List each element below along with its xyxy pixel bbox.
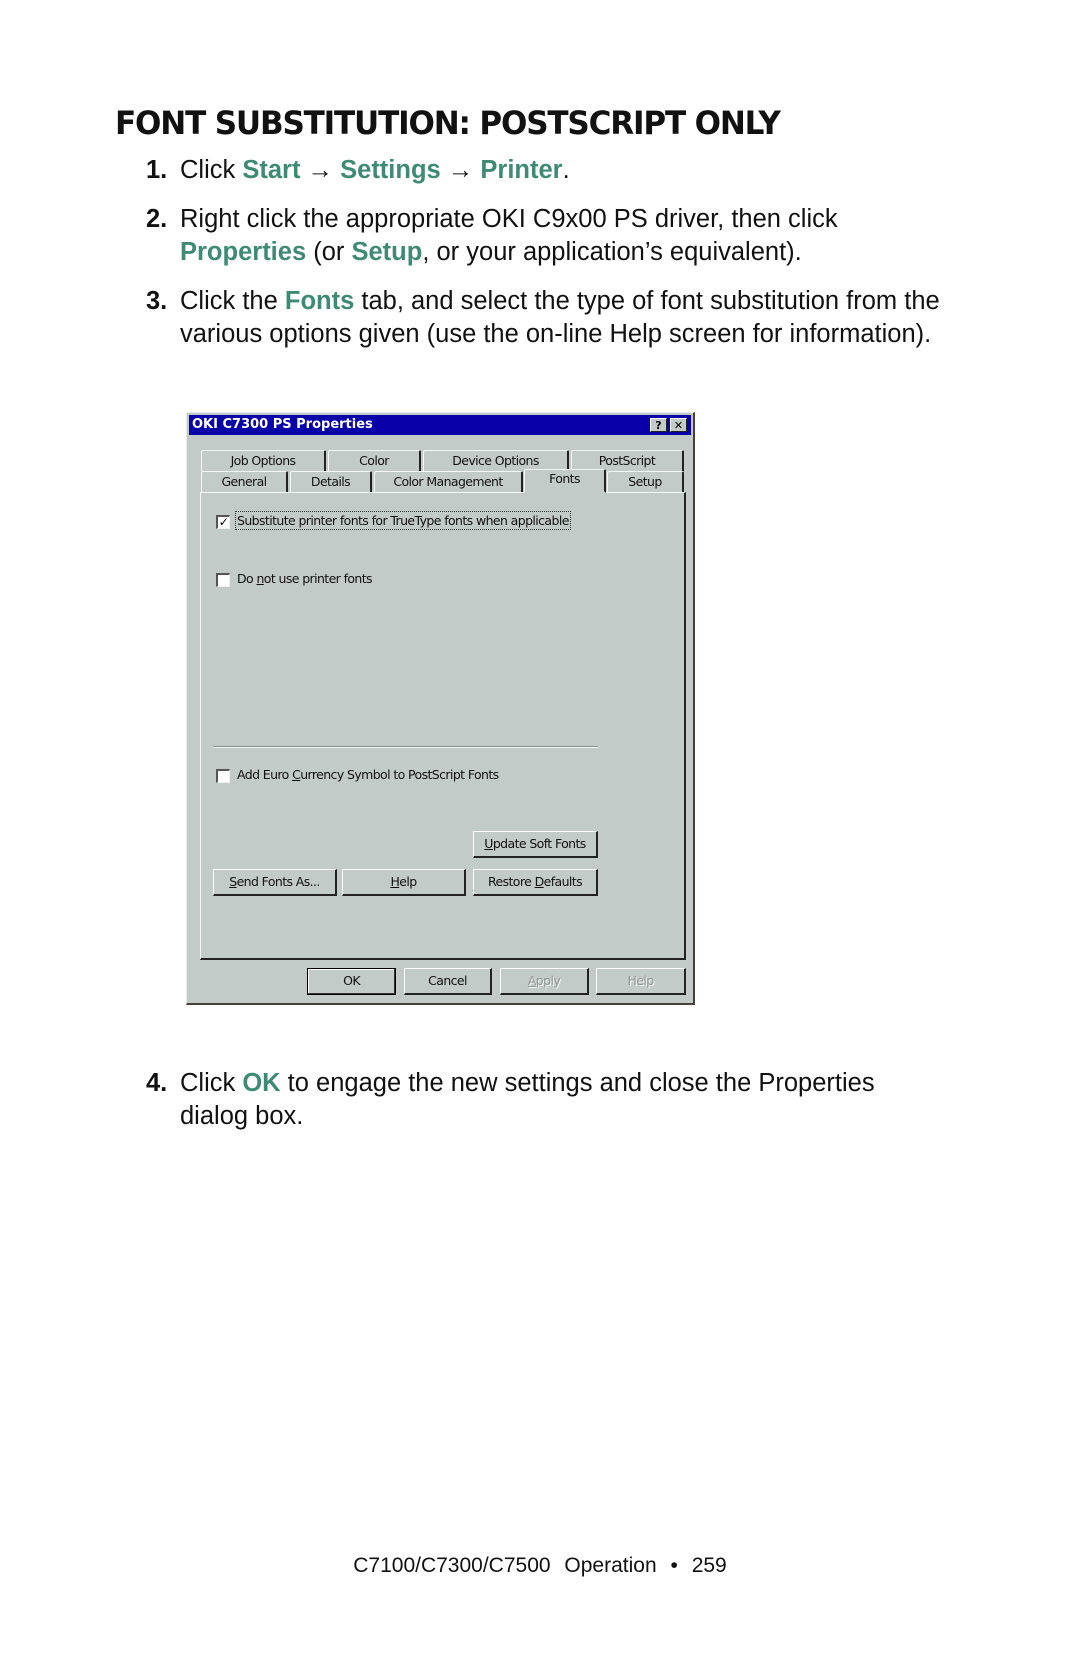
- accelerator: n: [256, 571, 264, 586]
- step-text: Click OK to engage the new settings and …: [180, 1067, 940, 1133]
- tab-details[interactable]: Details: [290, 471, 372, 492]
- checkmark-icon: ✓: [218, 515, 229, 529]
- step-number: 2.: [146, 205, 168, 233]
- printer-ref: Printer: [480, 156, 563, 184]
- cancel-button[interactable]: Cancel: [404, 968, 492, 995]
- arrow-icon: →: [440, 156, 481, 184]
- accelerator: A: [527, 973, 537, 988]
- help-icon[interactable]: ?: [650, 418, 667, 432]
- dialog-titlebar: OKI C7300 PS Properties ? ✕: [189, 415, 691, 435]
- footer-models: C7100/C7300/C7500: [353, 1554, 551, 1577]
- arrow-icon: →: [300, 156, 341, 184]
- step-number: 1.: [146, 156, 168, 184]
- tab-postscript[interactable]: PostScript: [571, 450, 684, 471]
- label: Restore: [487, 874, 535, 889]
- fonts-ref: Fonts: [284, 287, 355, 315]
- footer-bullet: •: [670, 1554, 678, 1577]
- text: Click the: [180, 287, 285, 315]
- tab-color[interactable]: Color: [328, 450, 421, 471]
- properties-dialog: OKI C7300 PS Properties ? ✕ Job Options …: [186, 412, 695, 1005]
- accelerator: U: [484, 836, 493, 851]
- update-soft-fonts-button[interactable]: Update Soft Fonts: [473, 831, 598, 858]
- apply-button[interactable]: Apply: [500, 968, 589, 995]
- text: to engage the new settings and close the…: [180, 1069, 875, 1130]
- label: pply: [535, 973, 561, 988]
- label: efaults: [543, 874, 583, 889]
- setup-ref: Setup: [351, 238, 423, 266]
- settings-ref: Settings: [340, 156, 441, 184]
- ok-ref: OK: [242, 1069, 281, 1097]
- step-text: Click Start → Settings → Printer.: [180, 154, 960, 187]
- step-text: Right click the appropriate OKI C9x00 PS…: [180, 203, 960, 269]
- text: ot use printer fonts: [263, 571, 373, 586]
- euro-symbol-checkbox[interactable]: [216, 769, 230, 783]
- substitute-fonts-checkbox[interactable]: ✓: [216, 515, 230, 529]
- no-printer-fonts-label[interactable]: Do not use printer fonts: [237, 571, 373, 586]
- tab-job-options[interactable]: Job Options: [201, 450, 326, 471]
- restore-defaults-button[interactable]: Restore Defaults: [473, 869, 598, 896]
- properties-ref: Properties: [180, 238, 307, 266]
- no-printer-fonts-checkbox[interactable]: [216, 573, 230, 587]
- page-footer: C7100/C7300/C7500 Operation • 259: [0, 1554, 1080, 1578]
- page-number: 259: [691, 1554, 727, 1577]
- step-text: Click the Fonts tab, and select the type…: [180, 285, 940, 351]
- tab-device-options[interactable]: Device Options: [423, 450, 569, 471]
- text: Do: [237, 571, 257, 586]
- accelerator: H: [390, 874, 400, 889]
- step-number: 3.: [146, 287, 168, 315]
- text: , or your application’s equivalent).: [422, 238, 802, 266]
- substitute-fonts-label[interactable]: Substitute printer fonts for TrueType fo…: [235, 511, 571, 530]
- text: Add Euro: [237, 767, 293, 782]
- accelerator: S: [229, 874, 237, 889]
- text: Click: [180, 1069, 243, 1097]
- accelerator: D: [534, 874, 545, 889]
- label: pdate Soft Fonts: [492, 836, 586, 851]
- dialog-title: OKI C7300 PS Properties: [192, 417, 373, 432]
- separator: [213, 746, 598, 748]
- euro-symbol-label[interactable]: Add Euro Currency Symbol to PostScript F…: [237, 767, 499, 782]
- send-fonts-as-button[interactable]: Send Fonts As...: [213, 869, 337, 896]
- dialog-help-button[interactable]: Help: [596, 968, 686, 995]
- text: (or: [306, 238, 352, 266]
- start-ref: Start: [242, 156, 301, 184]
- tab-general[interactable]: General: [201, 471, 288, 492]
- tab-fonts[interactable]: Fonts: [524, 469, 606, 493]
- label: elp: [399, 874, 417, 889]
- ok-button[interactable]: OK: [307, 968, 396, 995]
- tab-color-management[interactable]: Color Management: [374, 471, 523, 492]
- tab-setup[interactable]: Setup: [607, 471, 684, 492]
- close-icon[interactable]: ✕: [670, 418, 687, 432]
- panel-help-button[interactable]: Help: [342, 869, 466, 896]
- text: Right click the appropriate OKI C9x00 PS…: [180, 205, 838, 233]
- text: Click: [180, 156, 243, 184]
- text: .: [562, 156, 570, 184]
- label: end Fonts As...: [236, 874, 321, 889]
- footer-section: Operation: [564, 1554, 657, 1577]
- accelerator: C: [292, 767, 301, 782]
- page-heading: FONT SUBSTITUTION: POSTSCRIPT ONLY: [115, 104, 781, 142]
- text: urrency Symbol to PostScript Fonts: [300, 767, 499, 782]
- step-number: 4.: [146, 1069, 168, 1097]
